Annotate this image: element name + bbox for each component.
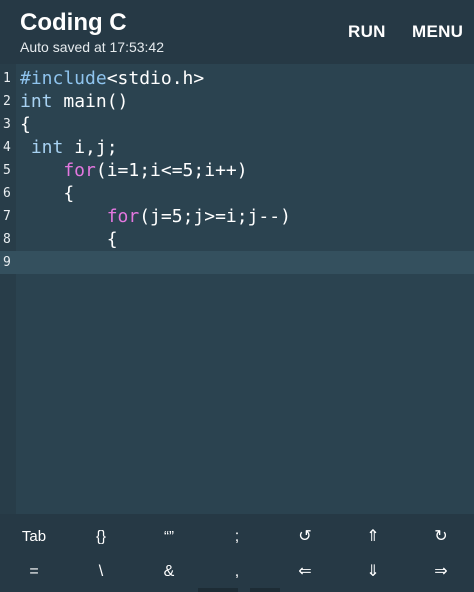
undo-key[interactable]: ↺ [275, 522, 335, 552]
symbol-keyboard: Tab{} “”; ↺ ⇑ ↻ = \ &, ⇐ ⇓ ⇒ [0, 514, 474, 592]
line-number: 6 [3, 186, 11, 201]
code-token: (j=5;j>=i;j--) [139, 206, 291, 227]
code-token: i,j; [63, 137, 118, 158]
code-text: int main() [20, 91, 128, 112]
line-number: 7 [3, 209, 11, 224]
nav-hint-left [198, 588, 238, 592]
code-line[interactable]: 7 for(j=5;j>=i;j--) [0, 205, 474, 228]
line-number: 4 [3, 140, 11, 155]
redo-key[interactable]: ↻ [411, 522, 471, 552]
code-line[interactable]: 1 #include<stdio.h> [0, 67, 474, 90]
quotes-key[interactable]: “” [139, 522, 199, 552]
line-number: 2 [3, 94, 11, 109]
tab-key[interactable]: Tab [4, 522, 64, 552]
code-line[interactable]: 3{ [0, 113, 474, 136]
code-token: for [20, 160, 96, 181]
code-text: for(j=5;j>=i;j--) [20, 206, 291, 227]
autosave-status: Auto saved at 17:53:42 [20, 39, 164, 55]
arrow-right-key[interactable]: ⇒ [411, 557, 471, 587]
ampersand-key[interactable]: & [139, 557, 199, 587]
code-line[interactable]: 5 for(i=1;i<=5;i++) [0, 159, 474, 182]
braces-key[interactable]: {} [71, 522, 131, 552]
line-number: 3 [3, 117, 11, 132]
code-token: for [20, 206, 140, 227]
code-line[interactable]: 2 int main() [0, 90, 474, 113]
code-token: { [20, 229, 118, 250]
line-number: 8 [3, 232, 11, 247]
code-text: #include<stdio.h> [20, 68, 204, 89]
code-text: { [20, 183, 74, 204]
arrow-up-key[interactable]: ⇑ [343, 522, 403, 552]
code-text: { [20, 229, 118, 250]
code-token: <stdio.h> [106, 68, 205, 89]
code-token: #include [20, 68, 107, 89]
line-number: 9 [3, 255, 11, 270]
comma-key[interactable]: , [207, 557, 267, 587]
code-line[interactable]: 9 [0, 251, 474, 274]
code-token: (i=1;i<=5;i++) [95, 160, 248, 181]
run-button[interactable]: RUN [348, 22, 386, 42]
code-line[interactable]: 8 { [0, 228, 474, 251]
code-line[interactable]: 6 { [0, 182, 474, 205]
backslash-key[interactable]: \ [71, 557, 131, 587]
menu-button[interactable]: MENU [412, 22, 463, 42]
code-token: int [20, 91, 53, 112]
app-bar: Coding C Auto saved at 17:53:42 RUN MENU [0, 0, 474, 64]
code-editor[interactable]: 1 #include<stdio.h> 2 int main() 3{4 int i,j… [0, 64, 474, 514]
arrow-down-key[interactable]: ⇓ [343, 557, 403, 587]
code-text: { [20, 114, 31, 135]
code-text: for(i=1;i<=5;i++) [20, 160, 248, 181]
line-number: 5 [3, 163, 11, 178]
code-token: { [20, 114, 31, 135]
code-token: { [20, 183, 75, 204]
code-token: main() [52, 91, 129, 112]
semicolon-key[interactable]: ; [207, 522, 267, 552]
code-line[interactable]: 4 int i,j; [0, 136, 474, 159]
code-text: int i,j; [20, 137, 118, 158]
line-number: 1 [3, 71, 11, 86]
equals-key[interactable]: = [4, 557, 64, 587]
app-title: Coding C [20, 9, 127, 36]
code-token: int [20, 137, 64, 158]
nav-hint-right [250, 588, 280, 592]
arrow-left-key[interactable]: ⇐ [275, 557, 335, 587]
